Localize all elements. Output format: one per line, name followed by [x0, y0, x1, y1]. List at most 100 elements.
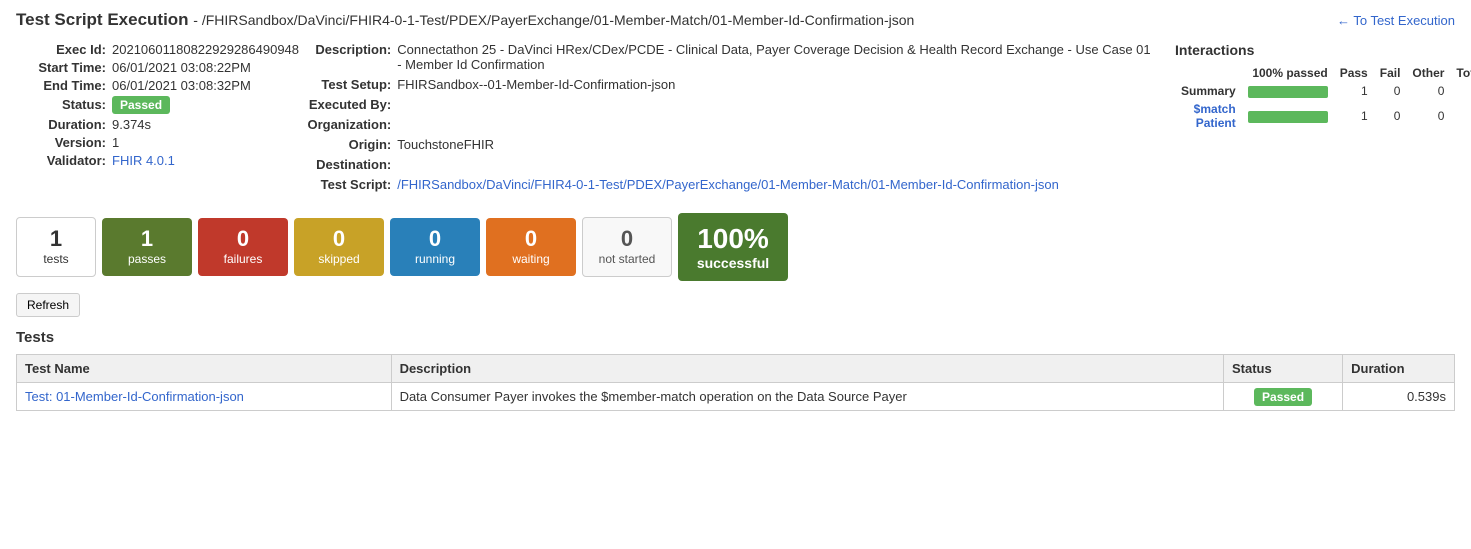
not-started-label: not started [597, 252, 657, 266]
start-time-row: Start Time: 06/01/2021 03:08:22PM [16, 60, 257, 75]
description-label: Description: [281, 42, 391, 57]
end-time-label: End Time: [16, 78, 106, 93]
skipped-label: skipped [308, 252, 370, 266]
test-script-link[interactable]: /FHIRSandbox/DaVinci/FHIR4-0-1-Test/PDEX… [397, 177, 1059, 192]
interaction-total: 1 [1450, 100, 1471, 132]
duration-cell: 0.539s [1343, 383, 1455, 411]
stat-failures: 0 failures [198, 218, 288, 276]
interaction-fail: 0 [1374, 82, 1407, 100]
interaction-label: $match Patient [1175, 100, 1242, 132]
page-title: Test Script Execution - /FHIRSandbox/DaV… [16, 10, 914, 30]
info-section: Exec Id: 20210601180822929286490948 Star… [16, 42, 1455, 197]
duration-label: Duration: [16, 117, 106, 132]
stat-skipped: 0 skipped [294, 218, 384, 276]
not-started-num: 0 [597, 228, 657, 250]
destination-row: Destination: [281, 157, 1151, 172]
organization-label: Organization: [281, 117, 391, 132]
origin-label: Origin: [281, 137, 391, 152]
meta-center: Description: Connectathon 25 - DaVinci H… [281, 42, 1151, 197]
validator-label: Validator: [16, 153, 106, 168]
page-header: Test Script Execution - /FHIRSandbox/DaV… [16, 10, 1455, 30]
interaction-total: 1 [1450, 82, 1471, 100]
title-path: - /FHIRSandbox/DaVinci/FHIR4-0-1-Test/PD… [193, 12, 914, 28]
interactions-section: Interactions 100% passed Pass Fail Other… [1175, 42, 1455, 197]
interaction-other: 0 [1406, 82, 1450, 100]
test-setup-value: FHIRSandbox--01-Member-Id-Confirmation-j… [397, 77, 675, 92]
test-name-cell: Test: 01-Member-Id-Confirmation-json [17, 383, 392, 411]
stat-notstarted: 0 not started [582, 217, 672, 277]
description-cell: Data Consumer Payer invokes the $member-… [391, 383, 1223, 411]
test-name-link[interactable]: Test: 01-Member-Id-Confirmation-json [25, 389, 244, 404]
end-time-row: End Time: 06/01/2021 03:08:32PM [16, 78, 257, 93]
exec-id-row: Exec Id: 20210601180822929286490948 [16, 42, 257, 57]
col-label [1175, 64, 1242, 82]
interactions-title: Interactions [1175, 42, 1455, 58]
destination-label: Destination: [281, 157, 391, 172]
start-time-label: Start Time: [16, 60, 106, 75]
skipped-num: 0 [308, 228, 370, 250]
status-label: Status: [16, 97, 106, 112]
failures-num: 0 [212, 228, 274, 250]
stat-waiting: 0 waiting [486, 218, 576, 276]
organization-row: Organization: [281, 117, 1151, 132]
status-row: Status: Passed [16, 96, 257, 114]
validator-row: Validator: FHIR 4.0.1 [16, 153, 257, 168]
row-status-badge: Passed [1254, 388, 1312, 406]
interaction-progress [1242, 100, 1334, 132]
tests-section-title: Tests [16, 329, 1455, 346]
validator-link[interactable]: FHIR 4.0.1 [112, 153, 175, 168]
tests-table: Test Name Description Status Duration Te… [16, 354, 1455, 411]
col-pass: Pass [1334, 64, 1374, 82]
passes-num: 1 [116, 228, 178, 250]
stat-success: 100% successful [678, 213, 788, 281]
passes-label: passes [116, 252, 178, 266]
interaction-other: 0 [1406, 100, 1450, 132]
status-cell: Passed [1223, 383, 1342, 411]
col-duration: Duration [1343, 355, 1455, 383]
tests-num: 1 [31, 228, 81, 250]
failures-label: failures [212, 252, 274, 266]
origin-row: Origin: TouchstoneFHIR [281, 137, 1151, 152]
col-total: Total [1450, 64, 1471, 82]
end-time-value: 06/01/2021 03:08:32PM [112, 78, 251, 93]
stats-row: 1 tests 1 passes 0 failures 0 skipped 0 … [16, 213, 1455, 281]
interaction-link[interactable]: $match Patient [1194, 102, 1236, 130]
running-label: running [404, 252, 466, 266]
exec-id-label: Exec Id: [16, 42, 106, 57]
duration-row: Duration: 9.374s [16, 117, 257, 132]
interactions-row: $match Patient1001 [1175, 100, 1471, 132]
interactions-table: 100% passed Pass Fail Other Total Summar… [1175, 64, 1471, 132]
col-test-name: Test Name [17, 355, 392, 383]
meta-left: Exec Id: 20210601180822929286490948 Star… [16, 42, 257, 197]
interaction-progress [1242, 82, 1334, 100]
title-prefix: Test Script Execution [16, 10, 189, 29]
status-badge: Passed [112, 96, 170, 114]
interaction-fail: 0 [1374, 100, 1407, 132]
stat-tests: 1 tests [16, 217, 96, 277]
test-script-row: Test Script: /FHIRSandbox/DaVinci/FHIR4-… [281, 177, 1151, 192]
stat-passes: 1 passes [102, 218, 192, 276]
tests-label: tests [31, 252, 81, 266]
refresh-button[interactable]: Refresh [16, 293, 80, 317]
waiting-num: 0 [500, 228, 562, 250]
version-label: Version: [16, 135, 106, 150]
origin-value: TouchstoneFHIR [397, 137, 494, 152]
exec-id-value: 20210601180822929286490948 [112, 42, 299, 57]
test-setup-label: Test Setup: [281, 77, 391, 92]
success-label: successful [694, 255, 772, 271]
version-value: 1 [112, 135, 119, 150]
waiting-label: waiting [500, 252, 562, 266]
version-row: Version: 1 [16, 135, 257, 150]
interactions-row: Summary1001 [1175, 82, 1471, 100]
col-other: Other [1406, 64, 1450, 82]
to-test-execution-link[interactable]: ← To Test Execution [1337, 13, 1455, 28]
success-pct: 100% [694, 223, 772, 255]
executed-by-row: Executed By: [281, 97, 1151, 112]
col-100pct: 100% passed [1242, 64, 1334, 82]
interaction-label: Summary [1175, 82, 1242, 100]
description-row: Description: Connectathon 25 - DaVinci H… [281, 42, 1151, 72]
test-script-label: Test Script: [281, 177, 391, 192]
description-value: Connectathon 25 - DaVinci HRex/CDex/PCDE… [397, 42, 1151, 72]
col-fail: Fail [1374, 64, 1407, 82]
col-description: Description [391, 355, 1223, 383]
